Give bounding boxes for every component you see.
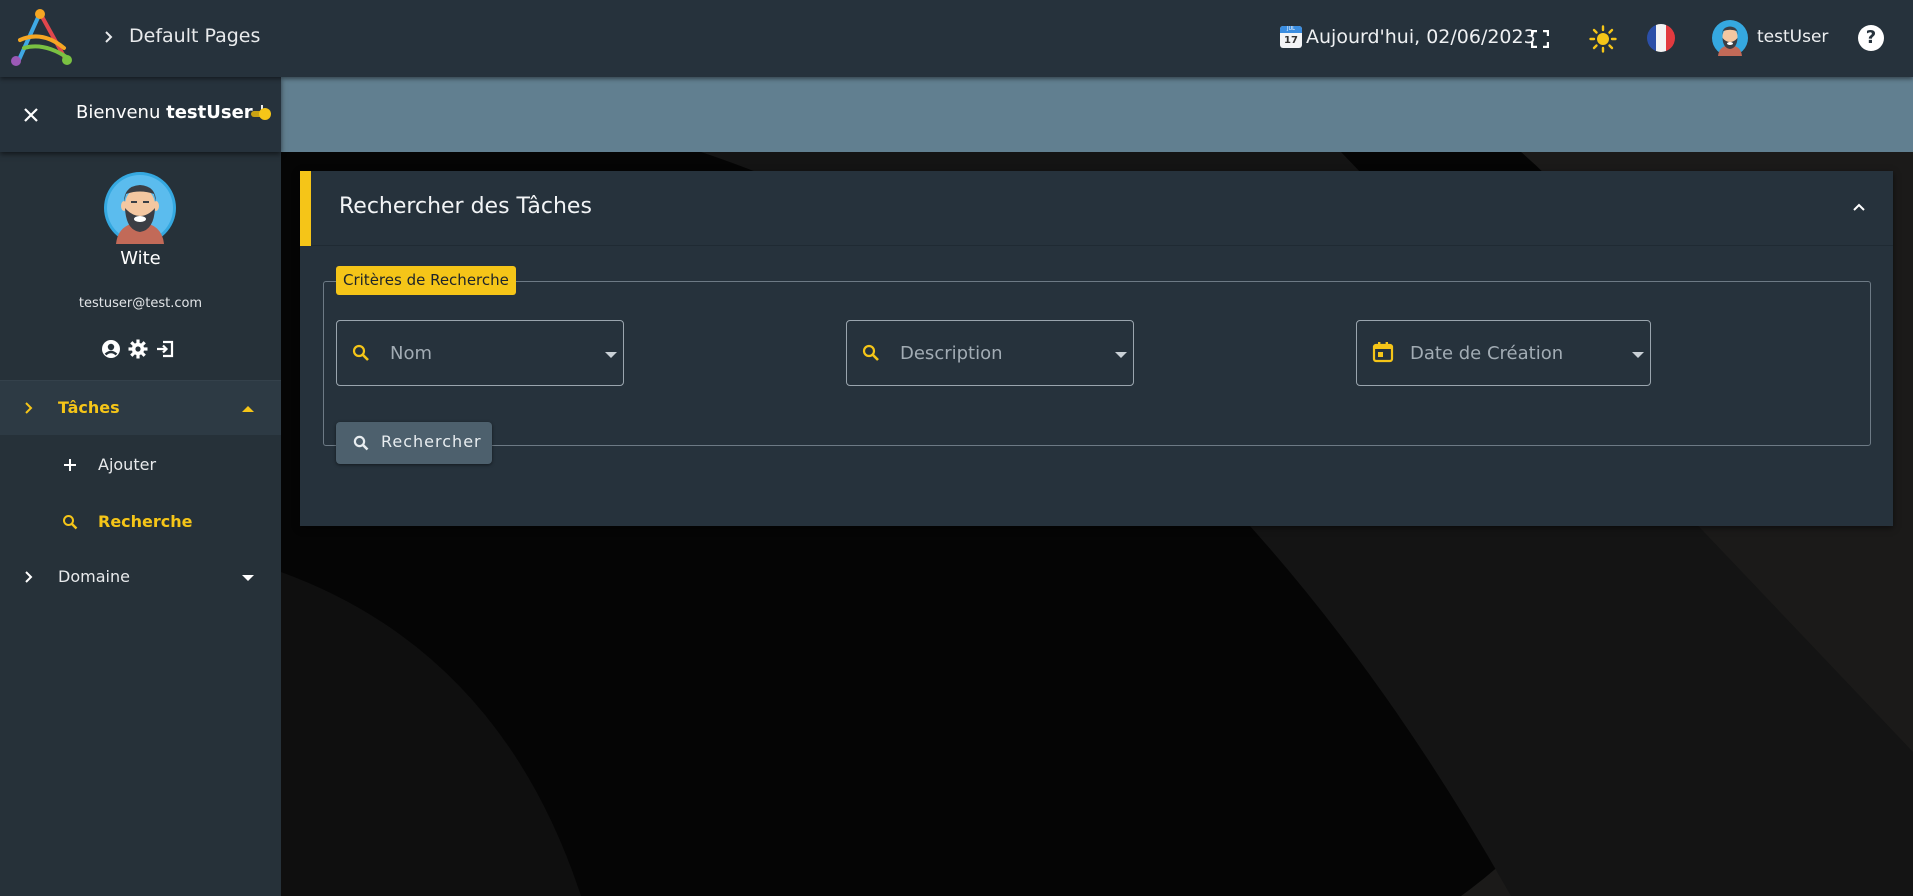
rechercher-button[interactable]: Rechercher bbox=[336, 422, 492, 464]
sidebar-item-label: Domaine bbox=[58, 567, 130, 586]
dropdown-arrow-icon bbox=[1115, 352, 1127, 358]
logout-icon[interactable] bbox=[155, 339, 175, 359]
date-label: Aujourd'hui, 02/06/2023 bbox=[1306, 26, 1536, 48]
welcome-message: Bienvenu testUser ! bbox=[76, 102, 266, 123]
description-placeholder: Description bbox=[900, 343, 1003, 364]
sidebar-subitem-label: Ajouter bbox=[98, 455, 157, 474]
dropdown-arrow-icon bbox=[605, 352, 617, 358]
help-icon[interactable]: ? bbox=[1858, 25, 1884, 51]
calendar-icon-month: JUL bbox=[1280, 26, 1302, 33]
sidebar-toggle-switch[interactable] bbox=[251, 108, 271, 120]
avatar[interactable] bbox=[1712, 20, 1748, 56]
date-creation-placeholder: Date de Création bbox=[1410, 343, 1564, 364]
breadcrumb[interactable]: Default Pages bbox=[129, 25, 260, 47]
sidebar: Bienvenu testUser ! Wite testuser@test.c… bbox=[0, 77, 281, 896]
dropdown-arrow-icon bbox=[1632, 352, 1644, 358]
search-icon bbox=[353, 435, 369, 451]
welcome-prefix: Bienvenu bbox=[76, 102, 167, 123]
calendar-icon-day: 17 bbox=[1284, 35, 1298, 46]
search-criteria-legend: Critères de Recherche bbox=[336, 266, 516, 295]
profile-actions bbox=[101, 339, 175, 359]
theme-toggle-button[interactable] bbox=[1586, 22, 1620, 56]
profile-avatar bbox=[104, 172, 176, 244]
close-icon[interactable] bbox=[20, 104, 42, 126]
chevron-right-icon bbox=[25, 402, 33, 414]
profile-name: Wite bbox=[120, 248, 161, 269]
search-icon bbox=[862, 344, 879, 361]
sidebar-subitem-recherche[interactable]: Recherche bbox=[0, 495, 281, 549]
panel-header[interactable]: Rechercher des Tâches bbox=[300, 171, 1893, 246]
page-banner bbox=[281, 77, 1913, 152]
fullscreen-icon bbox=[1531, 30, 1549, 48]
nom-select[interactable]: Nom bbox=[336, 320, 624, 386]
search-icon bbox=[63, 515, 78, 530]
sidebar-subitem-ajouter[interactable]: Ajouter bbox=[0, 438, 281, 492]
account-circle-icon[interactable] bbox=[101, 339, 121, 359]
search-icon bbox=[352, 344, 369, 361]
fullscreen-button[interactable] bbox=[1523, 22, 1557, 56]
chevron-right-icon bbox=[25, 571, 33, 583]
logo-icon[interactable] bbox=[6, 8, 74, 68]
page-title: Rechercher des Tâches bbox=[339, 194, 592, 219]
plus-icon bbox=[64, 459, 76, 471]
search-panel: Rechercher des Tâches Critères de Recher… bbox=[300, 171, 1893, 526]
panel-accent-bar bbox=[300, 171, 311, 246]
flag-fr-icon[interactable] bbox=[1647, 24, 1675, 52]
sun-icon bbox=[1589, 25, 1617, 53]
sidebar-item-label: Tâches bbox=[58, 398, 120, 417]
profile-email: testuser@test.com bbox=[78, 296, 203, 311]
sidebar-subitem-label: Recherche bbox=[98, 512, 193, 531]
caret-up-icon bbox=[242, 406, 254, 412]
welcome-bar: Bienvenu testUser ! bbox=[0, 77, 281, 152]
gear-icon[interactable] bbox=[128, 339, 148, 359]
calendar-icon bbox=[1372, 342, 1394, 363]
description-select[interactable]: Description bbox=[846, 320, 1134, 386]
calendar-icon: JUL 17 bbox=[1280, 26, 1302, 48]
date-creation-select[interactable]: Date de Création bbox=[1356, 320, 1651, 386]
sidebar-item-taches[interactable]: Tâches bbox=[0, 381, 281, 435]
welcome-username: testUser bbox=[166, 102, 253, 123]
top-bar: Default Pages JUL 17 Aujourd'hui, 02/06/… bbox=[0, 0, 1913, 77]
nom-placeholder: Nom bbox=[390, 343, 433, 364]
header-username[interactable]: testUser bbox=[1757, 27, 1828, 47]
chevron-up-icon[interactable] bbox=[1851, 201, 1867, 213]
rechercher-button-label: Rechercher bbox=[381, 432, 482, 451]
caret-down-icon bbox=[242, 575, 254, 581]
sidebar-item-domaine[interactable]: Domaine bbox=[0, 550, 281, 604]
chevron-right-icon bbox=[105, 31, 113, 43]
date-display: JUL 17 Aujourd'hui, 02/06/2023 bbox=[1280, 26, 1536, 48]
